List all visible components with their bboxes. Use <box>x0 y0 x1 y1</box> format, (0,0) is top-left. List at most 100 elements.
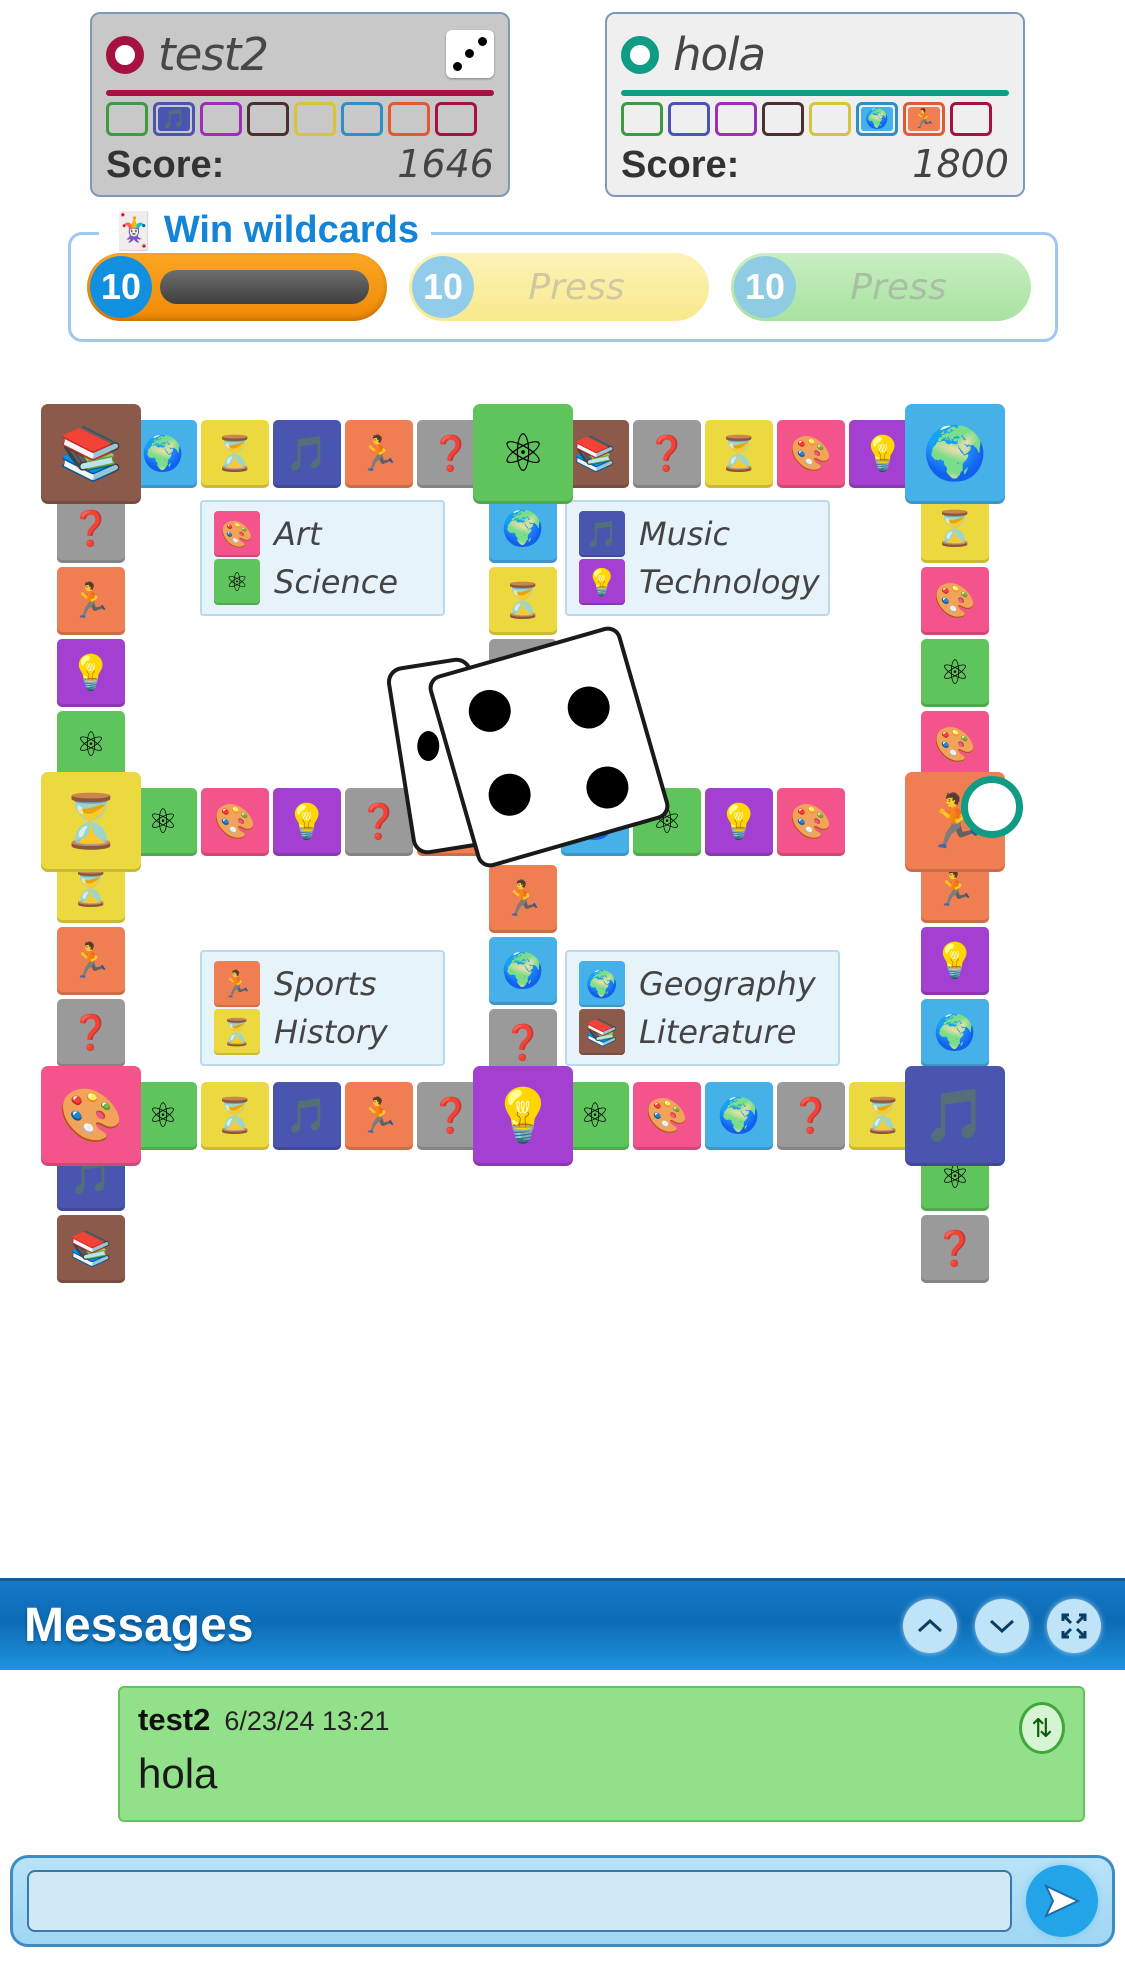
history-icon: ⏳ <box>69 870 113 908</box>
board-tile-technology[interactable]: 💡 <box>473 1066 573 1166</box>
slot-music[interactable]: 🎵 <box>153 102 195 136</box>
board-tile-history[interactable]: ⏳ <box>201 1082 269 1150</box>
message-item[interactable]: test2 6/23/24 13:21 hola ⇅ <box>118 1686 1085 1822</box>
music-icon: 🎵 <box>285 435 329 473</box>
message-timestamp: 6/23/24 13:21 <box>224 1706 390 1736</box>
wild-icon: ❓ <box>645 435 689 473</box>
wildcard-button-1[interactable]: 10 <box>87 253 387 321</box>
legend-label: History <box>274 1013 388 1051</box>
slot-empty[interactable] <box>341 102 383 136</box>
board-tile-geography[interactable]: 🌍 <box>489 495 557 563</box>
board-tile-art[interactable]: 🎨 <box>777 788 845 856</box>
board-tile-technology[interactable]: 💡 <box>921 927 989 995</box>
board-tile-music[interactable]: 🎵 <box>273 1082 341 1150</box>
board-tile-science[interactable]: ⚛ <box>57 711 125 779</box>
legend-row: 🌍 Geography <box>579 960 826 1008</box>
message-composer <box>10 1855 1115 1947</box>
slot-empty[interactable] <box>106 102 148 136</box>
slot-empty[interactable] <box>247 102 289 136</box>
dice-roll[interactable] <box>384 623 673 875</box>
board-tile-science[interactable]: ⚛ <box>921 639 989 707</box>
history-icon: ⏳ <box>58 793 124 851</box>
score-value: 1800 <box>912 142 1009 186</box>
board-tile-music[interactable]: 🎵 <box>273 420 341 488</box>
pawn-hola[interactable] <box>961 776 1023 838</box>
player-panel-hola[interactable]: hola 🌍 🏃 Score: 1800 <box>605 12 1025 197</box>
slot-empty[interactable] <box>809 102 851 136</box>
send-arrow-icon[interactable] <box>1026 1865 1098 1937</box>
slot-empty[interactable] <box>435 102 477 136</box>
science-icon: ⚛ <box>75 726 107 764</box>
player-name: hola <box>673 28 766 81</box>
board-tile-sports[interactable]: 🏃 <box>489 865 557 933</box>
sort-updown-icon[interactable]: ⇅ <box>1019 1702 1065 1754</box>
scroll-up-button[interactable] <box>903 1598 957 1653</box>
legend-label: Technology <box>639 563 820 601</box>
board-tile-wild[interactable]: ❓ <box>57 999 125 1067</box>
player-panel-test2[interactable]: test2 🎵 Score: 1646 <box>90 12 510 197</box>
board-tile-history[interactable]: ⏳ <box>201 420 269 488</box>
board-tile-art[interactable]: 🎨 <box>633 1082 701 1150</box>
literature-icon: 📚 <box>573 435 617 473</box>
scroll-down-button[interactable] <box>975 1598 1029 1653</box>
slot-empty[interactable] <box>715 102 757 136</box>
slot-empty[interactable] <box>294 102 336 136</box>
music-icon: 🎵 <box>285 1097 329 1135</box>
wildcard-label: Press <box>528 266 625 308</box>
board-tile-history[interactable]: ⏳ <box>489 567 557 635</box>
board-tile-sports[interactable]: 🏃 <box>57 927 125 995</box>
board-tile-geography[interactable]: 🌍 <box>705 1082 773 1150</box>
board-tile-geography[interactable]: 🌍 <box>921 999 989 1067</box>
board-tile-sports[interactable]: 🏃 <box>345 420 413 488</box>
board-tile-geography[interactable]: 🌍 <box>905 404 1005 504</box>
board-tile-wild[interactable]: ❓ <box>633 420 701 488</box>
board-tile-music[interactable]: 🎵 <box>905 1066 1005 1166</box>
board-tile-art[interactable]: 🎨 <box>921 711 989 779</box>
player-divider <box>621 90 1009 96</box>
board-tile-sports[interactable]: 🏃 <box>345 1082 413 1150</box>
slot-empty[interactable] <box>388 102 430 136</box>
win-wildcards-panel: 🃏 Win wildcards 10 10 Press 10 Press <box>68 209 1058 342</box>
board-tile-art[interactable]: 🎨 <box>921 567 989 635</box>
board-tile-art[interactable]: 🎨 <box>41 1066 141 1166</box>
slot-empty[interactable] <box>668 102 710 136</box>
board-tile-history[interactable]: ⏳ <box>41 772 141 872</box>
art-icon: 🎨 <box>789 435 833 473</box>
score-row: Score: 1800 <box>621 142 1009 187</box>
slot-empty[interactable] <box>621 102 663 136</box>
legend-group-2: 🎵 Music 💡 Technology <box>565 500 830 616</box>
legend-label: Art <box>274 515 322 553</box>
legend-label: Science <box>274 563 399 601</box>
wildcard-button-2[interactable]: 10 Press <box>409 253 709 321</box>
board-tile-science[interactable]: ⚛ <box>473 404 573 504</box>
board-tile-art[interactable]: 🎨 <box>777 420 845 488</box>
board-tile-wild[interactable]: ❓ <box>777 1082 845 1150</box>
board-tile-technology[interactable]: 💡 <box>273 788 341 856</box>
board-tile-technology[interactable]: 💡 <box>705 788 773 856</box>
legend-label: Literature <box>639 1013 797 1051</box>
board-tile-wild[interactable]: ❓ <box>921 1215 989 1283</box>
music-note-icon: 🎵 <box>579 511 625 557</box>
slot-empty[interactable] <box>762 102 804 136</box>
board-tile-literature[interactable]: 📚 <box>57 1215 125 1283</box>
wildcard-button-3[interactable]: 10 Press <box>731 253 1031 321</box>
slot-empty[interactable] <box>950 102 992 136</box>
slot-sports[interactable]: 🏃 <box>903 102 945 136</box>
board-tile-sports[interactable]: 🏃 <box>57 567 125 635</box>
legend-group-3: 🏃 Sports ⏳ History <box>200 950 445 1066</box>
board-tile-wild[interactable]: ❓ <box>57 495 125 563</box>
game-board[interactable]: 🎨 Art ⚛ Science 🎵 Music 💡 Technology 🏃 S… <box>41 404 1075 1460</box>
sports-icon: 🏃 <box>357 1097 401 1135</box>
board-tile-history[interactable]: ⏳ <box>705 420 773 488</box>
wildcard-count: 10 <box>412 256 474 318</box>
expand-button[interactable] <box>1047 1598 1101 1653</box>
board-tile-technology[interactable]: 💡 <box>57 639 125 707</box>
message-input[interactable] <box>27 1870 1012 1932</box>
board-tile-literature[interactable]: 📚 <box>41 404 141 504</box>
board-tile-art[interactable]: 🎨 <box>201 788 269 856</box>
history-icon: ⏳ <box>933 510 977 548</box>
slot-geography[interactable]: 🌍 <box>856 102 898 136</box>
board-tile-geography[interactable]: 🌍 <box>489 937 557 1005</box>
board-tile-history[interactable]: ⏳ <box>921 495 989 563</box>
slot-empty[interactable] <box>200 102 242 136</box>
